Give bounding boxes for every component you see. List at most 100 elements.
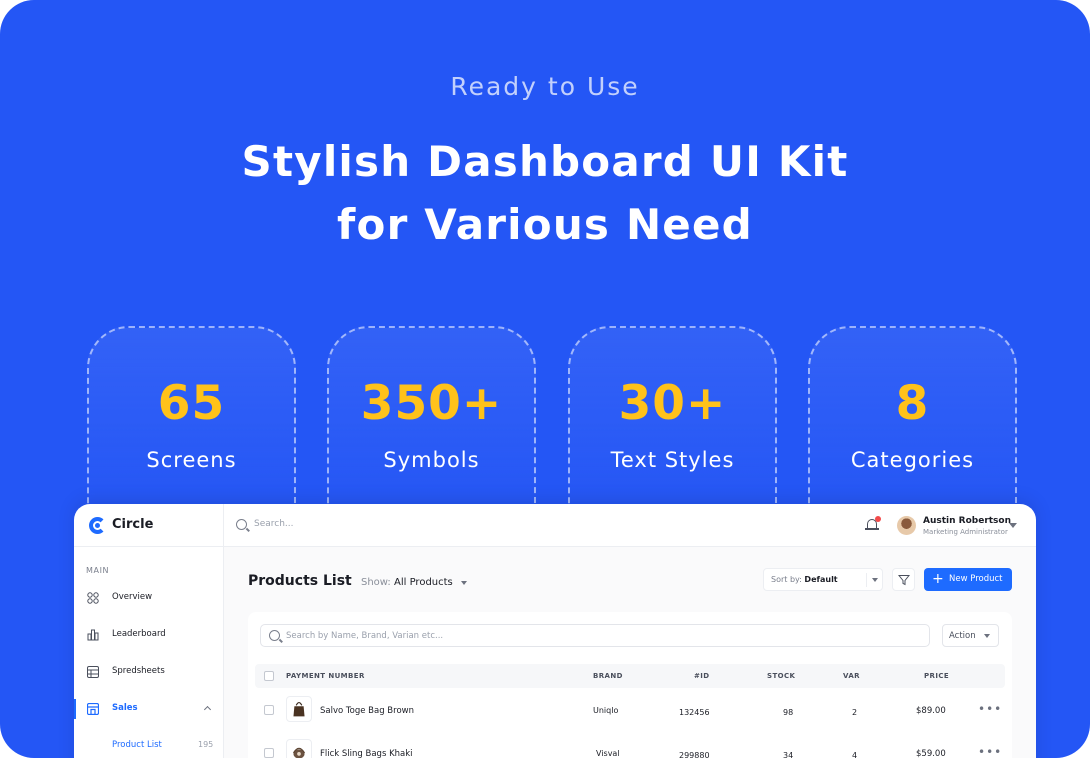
top-bar: Circle Search... Austin Robertson Market… (74, 504, 1036, 547)
more-options-icon[interactable]: ••• (978, 702, 1002, 716)
chevron-down-icon (984, 634, 990, 638)
new-product-button[interactable]: + New Product (924, 568, 1012, 591)
store-icon (87, 703, 99, 715)
chevron-down-icon[interactable] (1009, 523, 1017, 528)
sidebar-subitem-product-list[interactable]: Product List (112, 740, 162, 750)
sidebar-item-label: Leaderboard (112, 629, 166, 639)
product-id: 132456 (679, 708, 710, 717)
action-select[interactable]: Action (942, 624, 999, 647)
column-header[interactable]: #ID (694, 672, 709, 680)
stat-label: Screens (146, 448, 237, 472)
sidebar-item-spreadsheets[interactable]: Spredsheets (74, 662, 224, 682)
filter-button[interactable] (892, 568, 915, 591)
product-thumbnail (286, 696, 312, 722)
chevron-down-icon (872, 578, 878, 582)
headline-line-1: Stylish Dashboard UI Kit (241, 137, 849, 186)
product-name: Salvo Toge Bag Brown (320, 706, 414, 716)
sidebar-item-label: Spredsheets (112, 666, 165, 676)
column-header[interactable]: PRICE (924, 672, 949, 680)
filter-icon (898, 575, 910, 586)
stat-card-screens: 65 Screens (87, 326, 296, 526)
search-icon (236, 519, 247, 530)
new-product-label: New Product (949, 574, 1003, 584)
bag-icon (292, 747, 306, 758)
notification-bell-icon[interactable] (865, 516, 881, 532)
product-name: Flick Sling Bags Khaki (320, 749, 413, 758)
sidebar-item-label: Overview (112, 592, 153, 602)
product-stock: 98 (783, 708, 794, 717)
notification-dot (875, 516, 881, 522)
table-header: PAYMENT NUMBER BRAND #ID STOCK VAR PRICE (255, 664, 1005, 688)
divider (866, 573, 867, 587)
dashboard-preview: Circle Search... Austin Robertson Market… (74, 504, 1036, 758)
hero-banner: Ready to Use Stylish Dashboard UI Kit fo… (0, 0, 1090, 758)
stat-value: 350+ (360, 376, 503, 431)
grid-icon (87, 592, 99, 604)
product-price: $59.00 (916, 749, 946, 758)
chevron-down-icon[interactable] (461, 581, 467, 585)
circle-logo-icon (89, 517, 106, 534)
product-id: 299880 (679, 751, 710, 758)
table-row[interactable]: Flick Sling Bags Khaki Visval 299880 34 … (255, 734, 1005, 758)
stat-value: 30+ (618, 376, 727, 431)
chevron-up-icon[interactable] (203, 705, 212, 714)
product-brand: Visval (596, 749, 620, 758)
plus-icon: + (932, 571, 944, 587)
sort-value: Default (804, 575, 838, 584)
stat-card-categories: 8 Categories (808, 326, 1017, 526)
product-price: $89.00 (916, 706, 946, 716)
stat-value: 8 (895, 376, 930, 431)
bell-base (865, 528, 879, 530)
bar-chart-icon (87, 629, 99, 641)
product-thumbnail (286, 739, 312, 758)
user-role: Marketing Administrator (923, 528, 1008, 536)
stat-value: 65 (157, 376, 226, 431)
sort-label: Sort by: (771, 575, 802, 584)
avatar[interactable] (897, 516, 916, 535)
search-icon (269, 630, 280, 641)
global-search[interactable]: Search... (236, 519, 436, 533)
bag-icon (293, 701, 305, 717)
sidebar-subitem-count: 195 (198, 740, 214, 749)
sort-text: Sort by: Default (771, 575, 838, 584)
sort-select[interactable]: Sort by: Default (763, 568, 883, 591)
sidebar-item-leaderboard[interactable]: Leaderboard (74, 625, 224, 645)
hero-eyebrow: Ready to Use (450, 72, 640, 101)
global-search-placeholder: Search... (254, 519, 294, 529)
row-checkbox[interactable] (264, 748, 274, 758)
product-stock: 34 (783, 751, 794, 758)
stat-label: Categories (850, 448, 975, 472)
show-value: All Products (394, 577, 453, 588)
select-all-checkbox[interactable] (264, 671, 274, 681)
sidebar: MAIN Overview Leaderboard Spredsheets Sa… (74, 547, 224, 758)
stat-card-text-styles: 30+ Text Styles (568, 326, 777, 526)
hero-headline: Stylish Dashboard UI Kit for Various Nee… (0, 130, 1090, 256)
stat-label: Symbols (383, 448, 480, 472)
more-options-icon[interactable]: ••• (978, 745, 1002, 758)
column-header[interactable]: BRAND (593, 672, 623, 680)
brand-name: Circle (112, 517, 154, 532)
table-icon (87, 666, 99, 678)
column-header[interactable]: PAYMENT NUMBER (286, 672, 365, 680)
table-search-placeholder: Search by Name, Brand, Varian etc... (286, 631, 444, 641)
column-header[interactable]: VAR (843, 672, 860, 680)
active-indicator (74, 699, 76, 719)
table-row[interactable]: Salvo Toge Bag Brown Uniqlo 132456 98 2 … (255, 691, 1005, 731)
product-brand: Uniqlo (593, 706, 619, 715)
row-checkbox[interactable] (264, 705, 274, 715)
products-table-card: Search by Name, Brand, Varian etc... Act… (248, 612, 1012, 758)
page-title: Products List (248, 573, 352, 589)
sidebar-section-label: MAIN (86, 566, 110, 575)
column-header[interactable]: STOCK (767, 672, 795, 680)
stat-card-symbols: 350+ Symbols (327, 326, 536, 526)
sidebar-item-overview[interactable]: Overview (74, 588, 224, 608)
table-search-input[interactable]: Search by Name, Brand, Varian etc... (260, 624, 930, 647)
brand[interactable]: Circle (74, 504, 224, 547)
sidebar-item-label: Sales (112, 703, 138, 713)
show-label: Show: (361, 577, 391, 588)
headline-line-2: for Various Need (337, 200, 753, 249)
sidebar-item-sales[interactable]: Sales (74, 699, 224, 719)
user-name[interactable]: Austin Robertson (923, 516, 1011, 526)
show-filter[interactable]: Show: All Products (361, 577, 453, 588)
product-var: 4 (852, 751, 858, 758)
